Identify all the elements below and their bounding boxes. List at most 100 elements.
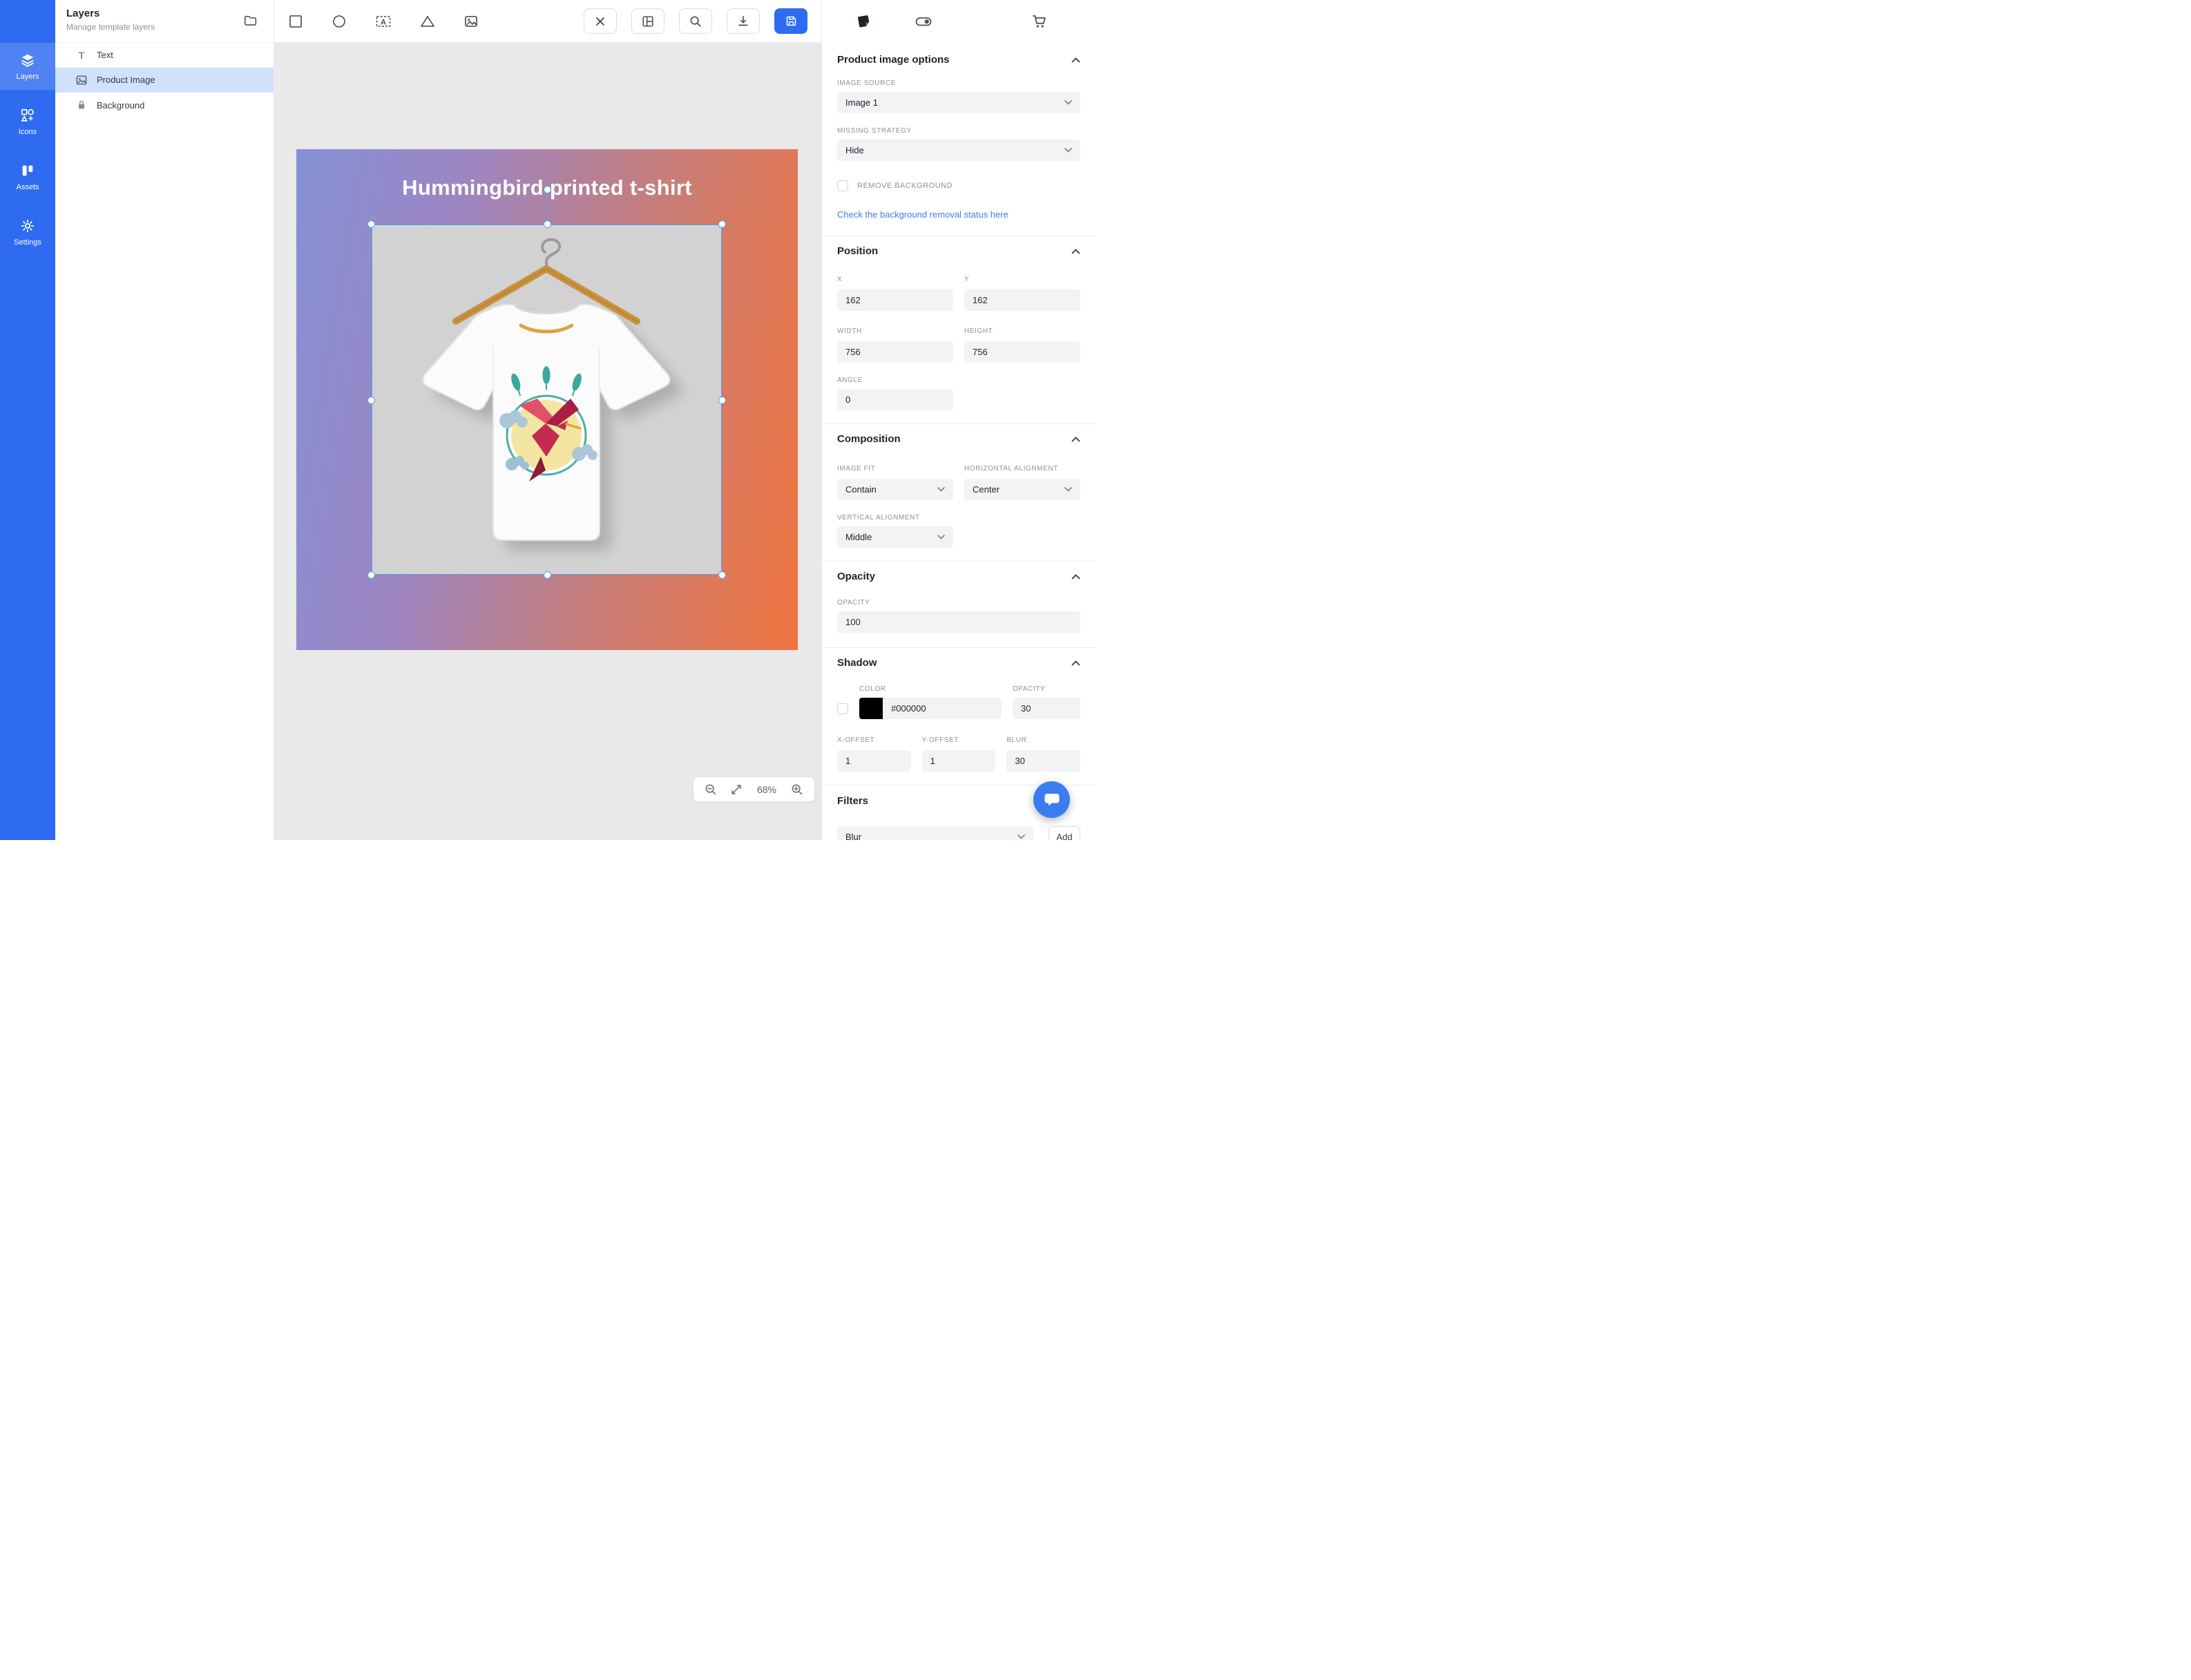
- selection-handle-bottom-left[interactable]: [367, 571, 375, 579]
- toggle-icon[interactable]: [915, 13, 932, 30]
- chat-icon: [1043, 791, 1061, 809]
- chevron-up-icon[interactable]: [1071, 574, 1080, 580]
- horizontal-alignment-label: HORIZONTAL ALIGNMENT: [964, 465, 1058, 472]
- assets-icon: [20, 163, 35, 178]
- image-fit-value: Contain: [845, 484, 877, 495]
- shadow-color-input[interactable]: [883, 698, 1002, 719]
- search-button[interactable]: [679, 8, 712, 34]
- horizontal-alignment-value: Center: [973, 484, 999, 495]
- vertical-alignment-select[interactable]: Middle: [837, 526, 953, 548]
- image-icon: [75, 74, 88, 86]
- y-input[interactable]: [964, 289, 1080, 311]
- selection-handle-middle-right[interactable]: [718, 397, 726, 404]
- shadow-x-offset-input[interactable]: [837, 750, 911, 772]
- zoom-out-button[interactable]: [704, 783, 718, 796]
- chat-launcher-button[interactable]: [1033, 781, 1070, 818]
- angle-input[interactable]: [837, 389, 953, 410]
- shadow-blur-input[interactable]: [1006, 750, 1080, 772]
- filter-value: Blur: [845, 832, 861, 840]
- remove-background-label: REMOVE BACKGROUND: [857, 182, 953, 190]
- shadow-color-swatch[interactable]: [859, 698, 883, 719]
- height-input[interactable]: [964, 341, 1080, 363]
- missing-strategy-select[interactable]: Hide: [837, 140, 1080, 161]
- chevron-down-icon: [1064, 487, 1072, 492]
- canvas-toolbar: A: [274, 0, 821, 43]
- horizontal-alignment-select[interactable]: Center: [964, 479, 1080, 500]
- selection-handle-bottom-right[interactable]: [718, 571, 726, 579]
- filter-select[interactable]: Blur: [837, 826, 1033, 840]
- close-button[interactable]: [584, 8, 617, 34]
- board-button[interactable]: [631, 8, 664, 34]
- chevron-up-icon[interactable]: [1071, 57, 1080, 63]
- remove-background-checkbox[interactable]: [837, 180, 848, 191]
- selection-handle-top-left[interactable]: [367, 220, 375, 228]
- sidebar-item-icons[interactable]: Icons: [0, 98, 55, 145]
- sidebar-item-assets[interactable]: Assets: [0, 153, 55, 200]
- tshirt-mockup-image: [372, 225, 722, 575]
- shadow-y-offset-input[interactable]: [922, 750, 996, 772]
- shadow-enable-checkbox[interactable]: [837, 703, 848, 714]
- triangle-tool-button[interactable]: [420, 14, 435, 29]
- layer-row-text[interactable]: T Text: [55, 43, 274, 68]
- folder-icon[interactable]: [243, 13, 258, 30]
- panel-title: Layers: [66, 8, 262, 19]
- rotation-stem: [547, 190, 548, 225]
- mockup-icon[interactable]: [856, 13, 872, 30]
- section-shadow: Shadow COLOR OPACITY: [822, 648, 1096, 785]
- section-position: Position X Y WIDTH HEIGHT ANGLE: [822, 236, 1096, 423]
- angle-label: ANGLE: [837, 376, 1080, 384]
- sidebar-item-label: Assets: [16, 183, 39, 191]
- selection-handle-top-center[interactable]: [544, 220, 551, 228]
- chevron-up-icon[interactable]: [1071, 437, 1080, 442]
- canvas[interactable]: Hummingbird printed t-shirt: [274, 43, 821, 840]
- toolbar-actions: [584, 8, 807, 34]
- artboard[interactable]: Hummingbird printed t-shirt: [296, 149, 798, 650]
- shadow-opacity-input[interactable]: [1013, 698, 1080, 719]
- chevron-up-icon[interactable]: [1071, 660, 1080, 666]
- section-title: Opacity: [837, 571, 875, 582]
- product-image-layer[interactable]: [372, 225, 722, 575]
- zoom-level: 68%: [755, 784, 778, 795]
- add-filter-button[interactable]: Add: [1049, 826, 1080, 840]
- width-input[interactable]: [837, 341, 953, 363]
- text-tool-button[interactable]: A: [375, 14, 392, 29]
- chevron-down-icon: [1064, 148, 1072, 153]
- selection-handle-top-right[interactable]: [718, 220, 726, 228]
- x-input[interactable]: [837, 289, 953, 311]
- image-source-select[interactable]: Image 1: [837, 92, 1080, 113]
- section-title: Composition: [837, 433, 901, 445]
- download-button[interactable]: [727, 8, 760, 34]
- opacity-label: OPACITY: [837, 599, 1080, 607]
- shadow-color-label: COLOR: [859, 685, 1002, 693]
- shadow-y-offset-label: Y-OFFSET: [922, 736, 959, 744]
- ellipse-tool-button[interactable]: [332, 14, 347, 29]
- selection-box[interactable]: [372, 225, 722, 575]
- chevron-up-icon[interactable]: [1071, 249, 1080, 254]
- layer-row-background[interactable]: Background: [55, 93, 274, 117]
- sidebar-item-settings[interactable]: Settings: [0, 209, 55, 256]
- selection-handle-middle-left[interactable]: [367, 397, 375, 404]
- image-tool-button[interactable]: [463, 14, 479, 29]
- opacity-input[interactable]: [837, 611, 1080, 633]
- rectangle-tool-button[interactable]: [288, 14, 303, 29]
- chevron-down-icon: [937, 487, 945, 492]
- section-product-image-options: Product image options IMAGE SOURCE Image…: [822, 43, 1096, 236]
- image-fit-select[interactable]: Contain: [837, 479, 953, 500]
- sidebar-item-label: Icons: [19, 128, 37, 136]
- section-title: Product image options: [837, 54, 950, 66]
- sidebar-item-layers[interactable]: Layers: [0, 43, 55, 90]
- sidebar-item-label: Layers: [16, 73, 39, 81]
- rotation-handle[interactable]: [544, 186, 551, 193]
- zoom-bar: 68%: [693, 776, 815, 802]
- selection-handle-bottom-center[interactable]: [544, 571, 551, 579]
- vertical-alignment-label: VERTICAL ALIGNMENT: [837, 514, 1080, 522]
- layer-row-product-image[interactable]: Product Image: [55, 68, 274, 93]
- nav-rail: Layers Icons Assets Settings: [0, 0, 55, 840]
- lock-icon: [75, 99, 88, 111]
- background-removal-status-link[interactable]: Check the background removal status here: [837, 209, 1008, 220]
- cart-icon[interactable]: [1031, 13, 1048, 30]
- canvas-area: A: [274, 0, 821, 840]
- zoom-in-button[interactable]: [790, 783, 804, 796]
- save-button[interactable]: [774, 8, 807, 34]
- fit-screen-button[interactable]: [729, 783, 743, 796]
